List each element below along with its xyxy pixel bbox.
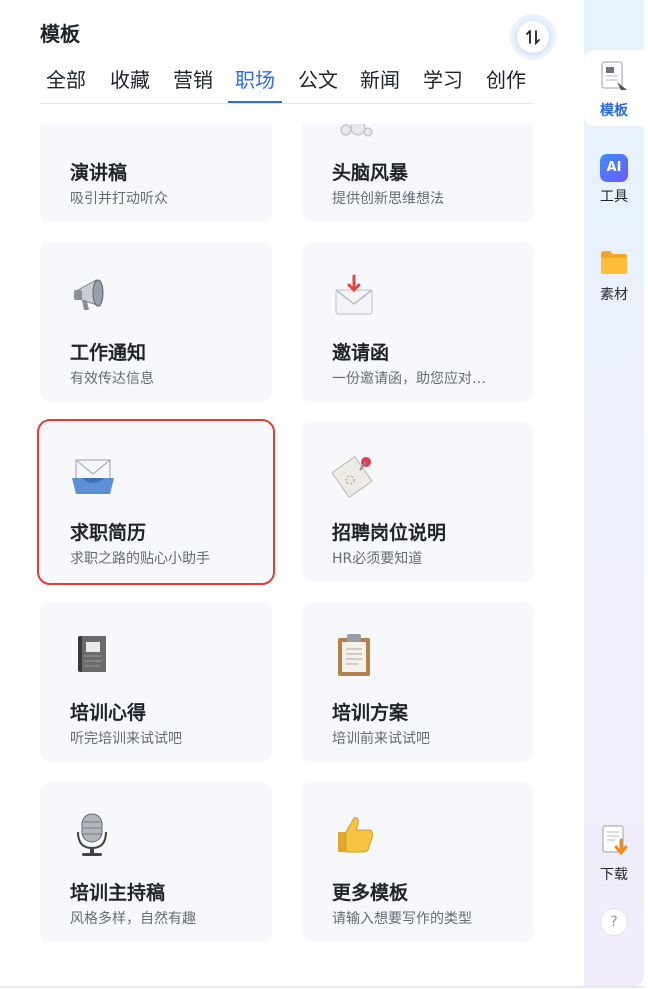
card-description: 风格多样，自然有趣 <box>70 911 196 927</box>
card-description: 请输入想要写作的类型 <box>332 911 472 927</box>
ai-icon: AI <box>600 154 628 182</box>
template-card-resume[interactable]: 求职简历 求职之路的贴心小助手 <box>37 419 275 585</box>
microphone-icon <box>70 124 116 138</box>
thought-bubble-icon <box>332 124 378 138</box>
card-title: 培训心得 <box>70 702 147 724</box>
studio-mic-icon <box>70 812 116 858</box>
template-card-work-notice[interactable]: 工作通知 有效传达信息 <box>40 242 272 402</box>
template-card-invitation[interactable]: 邀请函 一份邀请函，助您应对… <box>302 242 534 402</box>
bottom-divider <box>0 986 644 988</box>
card-description: HR必须要知道 <box>332 551 423 567</box>
rail-label-tools: 工具 <box>600 189 628 205</box>
card-title: 邀请函 <box>332 342 390 364</box>
template-grid: 演讲稿 吸引并打动听众 头脑风暴 提供创新思维想法 工作通知 有效传达信息 邀请… <box>0 124 584 990</box>
template-card-job-description[interactable]: 招聘岗位说明 HR必须要知道 <box>302 422 534 582</box>
rail-item-tools[interactable]: AI 工具 <box>584 154 644 206</box>
help-button[interactable]: ? <box>600 908 628 936</box>
sort-button[interactable] <box>510 14 556 60</box>
template-card-training-notes[interactable]: 培训心得 听完培训来试试吧 <box>40 602 272 762</box>
inbox-mail-icon <box>70 452 116 498</box>
rail-item-download[interactable]: 下载 <box>584 824 644 884</box>
side-rail: 模板 AI 工具 素材 下载 ? <box>584 0 644 986</box>
card-title: 头脑风暴 <box>332 162 409 184</box>
rail-label-templates: 模板 <box>600 103 628 119</box>
card-title: 培训主持稿 <box>70 882 166 904</box>
active-tab-indicator <box>228 101 282 103</box>
template-card-speech[interactable]: 演讲稿 吸引并打动听众 <box>40 124 272 222</box>
rail-item-assets[interactable]: 素材 <box>584 248 644 304</box>
envelope-icon <box>332 272 378 318</box>
rail-item-templates[interactable]: 模板 <box>584 50 644 126</box>
card-description: 提供创新思维想法 <box>332 191 444 207</box>
card-description: 求职之路的贴心小助手 <box>70 551 210 567</box>
tab-favorites[interactable]: 收藏 <box>110 64 150 93</box>
template-card-more-templates[interactable]: 更多模板 请输入想要写作的类型 <box>302 782 534 942</box>
folder-icon <box>601 251 627 274</box>
panel-title: 模板 <box>40 22 80 46</box>
pinned-note-icon <box>331 452 378 499</box>
template-card-host-script[interactable]: 培训主持稿 风格多样，自然有趣 <box>40 782 272 942</box>
card-title: 更多模板 <box>332 882 409 904</box>
clipboard-icon <box>332 632 378 678</box>
tab-creation[interactable]: 创作 <box>486 64 526 93</box>
rail-label-download: 下载 <box>600 867 628 883</box>
category-tabs: 全部 收藏 营销 职场 公文 新闻 学习 创作 <box>40 60 534 104</box>
sort-icon <box>517 21 549 53</box>
card-title: 招聘岗位说明 <box>332 522 447 544</box>
thumbs-up-icon <box>332 812 378 858</box>
tab-official-docs[interactable]: 公文 <box>298 64 338 93</box>
template-card-brainstorm[interactable]: 头脑风暴 提供创新思维想法 <box>302 124 534 222</box>
notebook-icon <box>70 632 116 678</box>
template-doc-icon <box>601 61 627 90</box>
card-description: 培训前来试试吧 <box>332 731 430 747</box>
card-title: 工作通知 <box>70 342 147 364</box>
card-description: 一份邀请函，助您应对… <box>332 371 486 387</box>
card-description: 有效传达信息 <box>70 371 154 387</box>
rail-label-assets: 素材 <box>600 287 628 303</box>
template-card-training-plan[interactable]: 培训方案 培训前来试试吧 <box>302 602 534 762</box>
tab-study[interactable]: 学习 <box>423 64 463 93</box>
card-title: 演讲稿 <box>70 162 128 184</box>
card-title: 培训方案 <box>332 702 409 724</box>
card-title: 求职简历 <box>70 522 147 544</box>
template-panel: 模板 全部 收藏 营销 职场 公文 新闻 学习 创作 演讲稿 吸引并打动听众 头… <box>0 0 584 990</box>
card-description: 听完培训来试试吧 <box>70 731 182 747</box>
tab-workplace[interactable]: 职场 <box>235 64 275 93</box>
megaphone-icon <box>70 272 116 318</box>
tab-marketing[interactable]: 营销 <box>173 64 213 93</box>
download-doc-icon <box>602 825 628 856</box>
tab-all[interactable]: 全部 <box>46 64 86 93</box>
card-description: 吸引并打动听众 <box>70 191 168 207</box>
tab-news[interactable]: 新闻 <box>360 64 400 93</box>
